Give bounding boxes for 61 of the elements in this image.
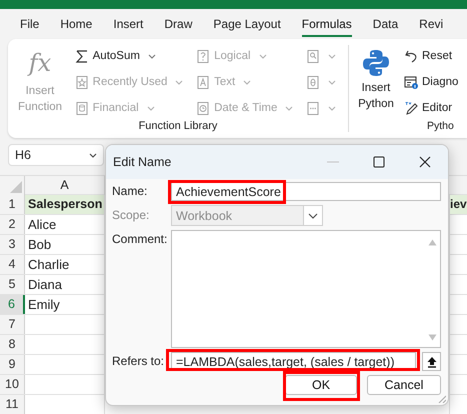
close-icon [418, 155, 432, 169]
ribbon-tab[interactable]: Data [372, 11, 398, 37]
undo-arrow-icon [404, 48, 418, 64]
ribbon-command[interactable]: AutoSum [74, 47, 184, 65]
field-label: Refers to: [112, 353, 166, 370]
row-header[interactable]: 1 [0, 195, 25, 214]
row-header[interactable]: 3 [0, 235, 25, 254]
group-label: Pytho [426, 120, 455, 134]
row-header[interactable]: 2 [0, 215, 25, 234]
row-header[interactable]: 9 [0, 355, 25, 374]
ribbon-tab[interactable]: File [20, 11, 40, 37]
name-box[interactable]: H6 [8, 144, 104, 166]
scroll-up-icon [428, 239, 436, 246]
python-logo-icon [361, 48, 391, 78]
row-header[interactable]: 5 [0, 275, 25, 294]
ribbon-command[interactable]: Editor [404, 99, 458, 117]
oval-book-icon [306, 74, 320, 90]
sum-icon [74, 48, 89, 64]
ribbon-tab[interactable]: Home [60, 11, 92, 37]
window-info-icon [404, 74, 418, 90]
scroll-down-icon [428, 334, 436, 341]
field-label: Comment: [112, 231, 168, 248]
caret-icon [89, 152, 97, 158]
ribbon-tab[interactable]: Draw [164, 11, 192, 37]
ribbon-command[interactable]: Diagno [404, 73, 458, 91]
table-cell: Salesperson [25, 195, 105, 214]
text-book-icon [196, 74, 210, 90]
clock-book-icon [196, 100, 210, 116]
row-header[interactable]: 8 [0, 335, 25, 354]
minimize-icon [327, 161, 339, 163]
dots-book-icon [306, 100, 320, 116]
dialog-title: Edit Name [113, 155, 172, 169]
name-field[interactable]: AchievementScore [171, 182, 441, 201]
collapse-button[interactable] [422, 352, 441, 371]
upload-arrow-icon [426, 356, 438, 368]
table-cell: iev [450, 195, 467, 214]
row-header[interactable]: 6 [0, 295, 25, 314]
field-label: Scope: [112, 207, 150, 224]
cancel-button[interactable]: Cancel [367, 375, 441, 395]
insert-button[interactable]: Insert Python [352, 44, 400, 120]
help-book-icon [196, 48, 210, 64]
row-header[interactable]: 11 [0, 395, 25, 414]
ribbon-tab[interactable]: Revi [419, 11, 444, 37]
ribbon-tab[interactable]: Page Layout [213, 11, 281, 37]
database-book-icon [74, 100, 89, 116]
pen-icon [404, 100, 418, 116]
resize-grip-icon [438, 395, 446, 403]
ribbon-command[interactable]: Reset [404, 47, 458, 65]
star-book-icon [74, 74, 89, 90]
maximize-icon [372, 155, 386, 169]
chevron-down-icon [308, 212, 318, 218]
ok-button[interactable]: OK [285, 375, 357, 395]
ribbon-tab[interactable]: Formulas [302, 11, 352, 37]
field-label: Name: [112, 183, 148, 200]
function-icon: fx [28, 45, 52, 83]
group-label: Function Library [138, 120, 218, 134]
row-header[interactable]: 4 [0, 255, 25, 274]
row-header[interactable]: 10 [0, 375, 25, 394]
row-header[interactable]: 7 [0, 315, 25, 334]
ribbon-tab[interactable]: Insert [113, 11, 144, 37]
search-book-icon [306, 48, 320, 64]
